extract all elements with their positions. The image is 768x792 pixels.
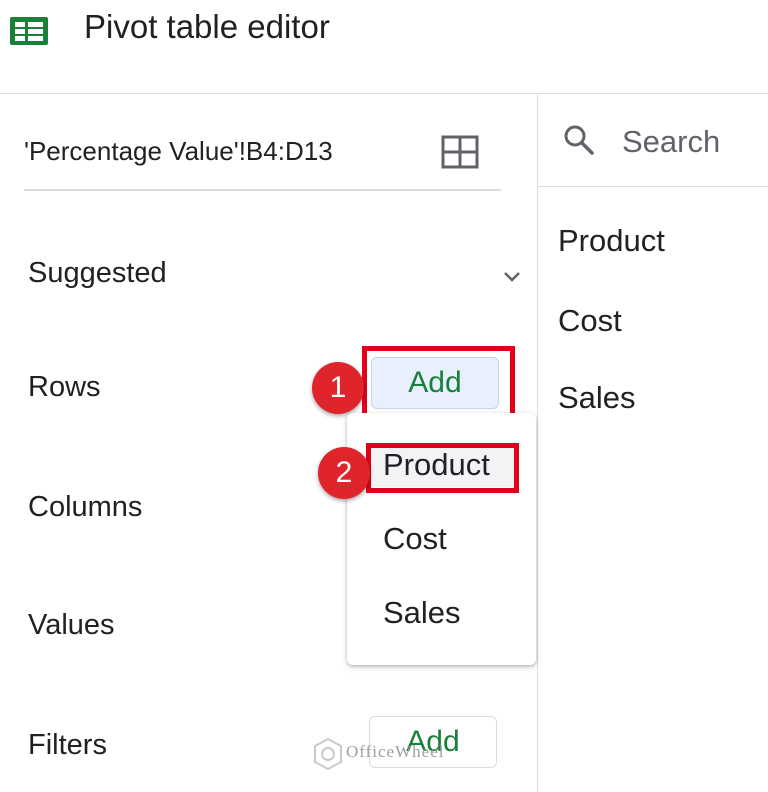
range-field-underline <box>24 189 501 191</box>
dropdown-item-sales[interactable]: Sales <box>383 592 461 634</box>
field-item-product[interactable]: Product <box>558 220 665 262</box>
rows-label: Rows <box>28 371 101 403</box>
highlight-box-add <box>362 346 515 418</box>
values-label: Values <box>28 609 115 641</box>
watermark-logo-icon <box>314 737 342 771</box>
columns-label: Columns <box>28 491 143 523</box>
field-search-input[interactable] <box>622 120 768 164</box>
dropdown-item-cost[interactable]: Cost <box>383 518 447 560</box>
step-2-badge: 2 <box>318 447 370 499</box>
filters-label: Filters <box>28 729 107 761</box>
chevron-down-icon[interactable] <box>500 264 524 288</box>
field-item-cost[interactable]: Cost <box>558 300 622 342</box>
google-sheets-icon <box>10 17 48 45</box>
data-range-field[interactable]: 'Percentage Value'!B4:D13 <box>24 132 333 170</box>
search-divider <box>538 186 768 187</box>
grid-icon[interactable] <box>441 135 479 169</box>
step-1-badge: 1 <box>312 362 364 414</box>
page-title: Pivot table editor <box>84 8 330 45</box>
suggested-label[interactable]: Suggested <box>28 253 167 293</box>
watermark-text: OfficeWheel <box>346 742 445 761</box>
search-icon <box>564 125 594 155</box>
field-item-sales[interactable]: Sales <box>558 377 636 419</box>
highlight-box-product <box>366 443 519 493</box>
